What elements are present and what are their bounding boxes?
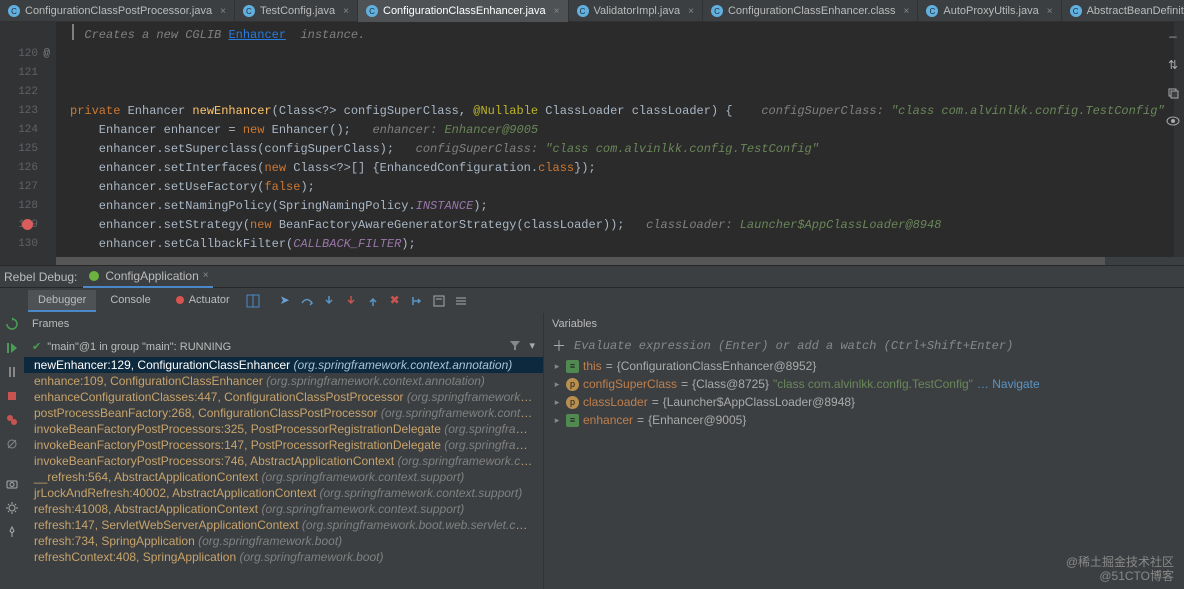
view-breakpoints-icon[interactable] xyxy=(5,413,19,427)
step-over-icon[interactable] xyxy=(298,292,316,310)
debug-panel: Frames ✔"main"@1 in group "main": RUNNIN… xyxy=(0,313,1184,589)
editor-tab[interactable]: CAbstractBeanDefinition× xyxy=(1062,0,1184,22)
evaluate-icon[interactable] xyxy=(430,292,448,310)
debug-toolwindow-header: Rebel Debug: ConfigApplication × xyxy=(0,265,1184,287)
file-icon: C xyxy=(577,5,589,17)
variable-row[interactable]: ▸p configSuperClass = {Class@8725} "clas… xyxy=(552,375,1176,393)
h-scrollbar[interactable] xyxy=(56,257,1184,265)
close-icon[interactable]: × xyxy=(203,270,209,281)
close-icon[interactable]: × xyxy=(1047,6,1053,17)
variable-row[interactable]: ▸p classLoader = {Launcher$AppClassLoade… xyxy=(552,393,1176,411)
mute-breakpoints-icon[interactable] xyxy=(5,437,19,451)
camera-icon[interactable] xyxy=(5,477,19,491)
stack-frame[interactable]: newEnhancer:129, ConfigurationClassEnhan… xyxy=(24,357,543,373)
tab-debugger[interactable]: Debugger xyxy=(28,290,96,312)
tab-console[interactable]: Console xyxy=(100,290,160,312)
debug-toolbar: Debugger Console Actuator ➤ ✖ xyxy=(0,287,1184,313)
file-icon: C xyxy=(366,5,378,17)
gutter: 120@121122123124125126127128129130 xyxy=(0,22,56,265)
close-icon[interactable]: × xyxy=(688,6,694,17)
file-icon: C xyxy=(926,5,938,17)
run-to-cursor-icon[interactable] xyxy=(408,292,426,310)
force-step-into-icon[interactable] xyxy=(342,292,360,310)
stack-frame[interactable]: enhanceConfigurationClasses:447, Configu… xyxy=(24,389,543,405)
file-icon: C xyxy=(1070,5,1082,17)
stack-frame[interactable]: __refresh:564, AbstractApplicationContex… xyxy=(24,469,543,485)
file-icon: C xyxy=(243,5,255,17)
stop-icon[interactable] xyxy=(5,389,19,403)
run-config-tab[interactable]: ConfigApplication × xyxy=(83,266,212,288)
editor: 120@121122123124125126127128129130 Creat… xyxy=(0,22,1184,265)
editor-tab[interactable]: CConfigurationClassPostProcessor.java× xyxy=(0,0,235,22)
pause-icon[interactable] xyxy=(5,365,19,379)
trace-icon[interactable] xyxy=(452,292,470,310)
settings-icon[interactable] xyxy=(5,501,19,515)
layout-icon[interactable] xyxy=(244,292,262,310)
frames-panel: Frames ✔"main"@1 in group "main": RUNNIN… xyxy=(24,313,544,589)
editor-tab[interactable]: CAutoProxyUtils.java× xyxy=(918,0,1061,22)
variable-row[interactable]: ▸≡ enhancer = {Enhancer@9005} xyxy=(552,411,1176,429)
file-icon: C xyxy=(711,5,723,17)
step-out-icon[interactable] xyxy=(364,292,382,310)
editor-tab[interactable]: CConfigurationClassEnhancer.class× xyxy=(703,0,918,22)
resume-icon[interactable] xyxy=(5,341,19,355)
add-watch-icon[interactable]: ＋ xyxy=(552,336,566,356)
stack-frame[interactable]: invokeBeanFactoryPostProcessors:746, Abs… xyxy=(24,453,543,469)
stack-frame[interactable]: invokeBeanFactoryPostProcessors:325, Pos… xyxy=(24,421,543,437)
stack-frame[interactable]: invokeBeanFactoryPostProcessors:147, Pos… xyxy=(24,437,543,453)
dropdown-icon[interactable]: ▾ xyxy=(529,339,535,354)
check-icon: ✔ xyxy=(32,341,41,353)
left-action-rail xyxy=(0,313,24,589)
frames-list[interactable]: newEnhancer:129, ConfigurationClassEnhan… xyxy=(24,357,543,589)
close-icon[interactable]: × xyxy=(220,6,226,17)
show-execution-point-icon[interactable]: ➤ xyxy=(276,292,294,310)
stack-frame[interactable]: jrLockAndRefresh:40002, AbstractApplicat… xyxy=(24,485,543,501)
variable-row[interactable]: ▸≡ this = {ConfigurationClassEnhancer@89… xyxy=(552,357,1176,375)
spring-icon xyxy=(87,269,101,283)
stack-frame[interactable]: refresh:147, ServletWebServerApplication… xyxy=(24,517,543,533)
h-scroll-thumb[interactable] xyxy=(56,257,1105,265)
copy-icon[interactable] xyxy=(1164,84,1182,102)
scroll-up-icon[interactable]: ⇅ xyxy=(1164,56,1182,74)
close-icon[interactable]: × xyxy=(343,6,349,17)
stack-frame[interactable]: refreshContext:408, SpringApplication (o… xyxy=(24,549,543,565)
step-into-icon[interactable] xyxy=(320,292,338,310)
debug-title: Rebel Debug: xyxy=(4,270,77,284)
stack-frame[interactable]: enhance:109, ConfigurationClassEnhancer … xyxy=(24,373,543,389)
tab-actuator[interactable]: Actuator xyxy=(165,290,240,312)
file-icon: C xyxy=(8,5,20,17)
close-icon[interactable]: × xyxy=(554,6,560,17)
thread-selector[interactable]: ✔"main"@1 in group "main": RUNNING ▾ xyxy=(24,335,543,357)
frames-label: Frames xyxy=(32,318,69,330)
drop-frame-icon[interactable]: ✖ xyxy=(386,292,404,310)
stack-frame[interactable]: refresh:41008, AbstractApplicationContex… xyxy=(24,501,543,517)
rerun-icon[interactable] xyxy=(5,317,19,331)
pin-icon[interactable] xyxy=(5,525,19,539)
code-area[interactable]: Creates a new CGLIB Enhancer instance. p… xyxy=(56,22,1184,265)
stack-frame[interactable]: postProcessBeanFactory:268, Configuratio… xyxy=(24,405,543,421)
close-icon[interactable]: × xyxy=(904,6,910,17)
stack-frame[interactable]: refresh:734, SpringApplication (org.spri… xyxy=(24,533,543,549)
variables-panel: Variables ＋ Evaluate expression (Enter) … xyxy=(544,313,1184,589)
collapse-icon[interactable]: — xyxy=(1164,28,1182,46)
editor-tab[interactable]: CTestConfig.java× xyxy=(235,0,358,22)
watch-eye-icon[interactable] xyxy=(1164,112,1182,130)
evaluate-input[interactable]: Evaluate expression (Enter) or add a wat… xyxy=(574,339,1013,353)
variables-list[interactable]: ▸≡ this = {ConfigurationClassEnhancer@89… xyxy=(544,357,1184,589)
editor-tab[interactable]: CConfigurationClassEnhancer.java× xyxy=(358,0,569,22)
filter-icon[interactable] xyxy=(509,339,521,354)
variables-label: Variables xyxy=(552,318,597,330)
editor-tabs: CConfigurationClassPostProcessor.java×CT… xyxy=(0,0,1184,22)
editor-tab[interactable]: CValidatorImpl.java× xyxy=(569,0,703,22)
